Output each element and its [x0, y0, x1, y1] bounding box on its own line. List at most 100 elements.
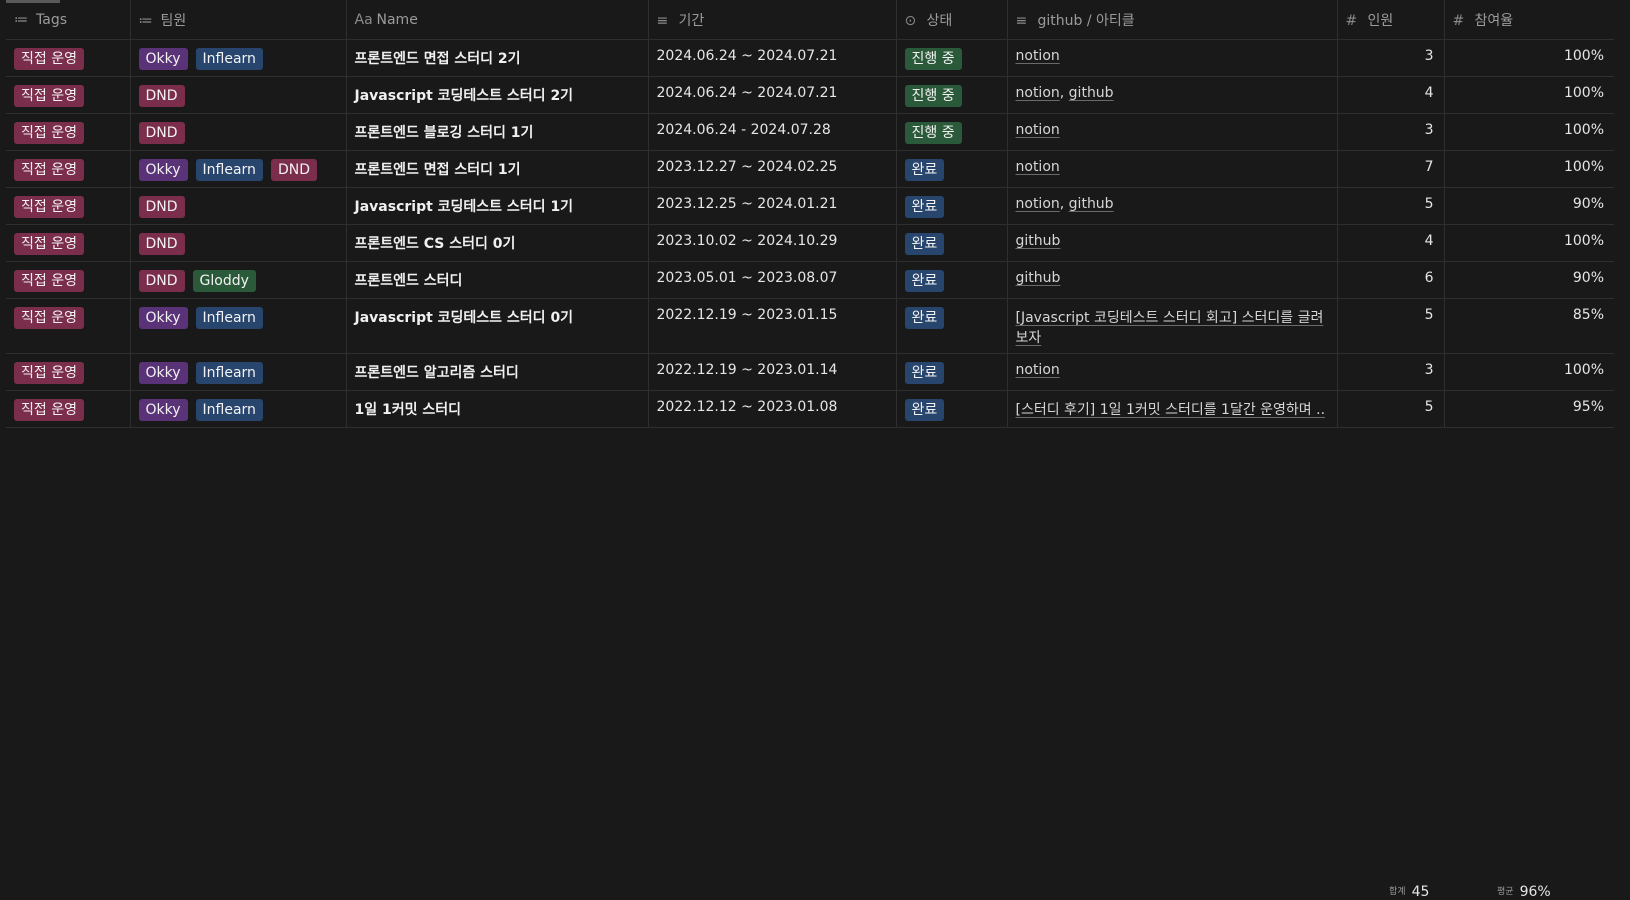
count-cell[interactable]: 5 [1337, 187, 1445, 225]
count-cell[interactable]: 5 [1337, 298, 1445, 354]
count-cell[interactable]: 3 [1337, 113, 1445, 151]
article-link[interactable]: [Javascript 코딩테스트 스터디 회고] 스터디를 글려보자 [1016, 310, 1324, 346]
status-cell[interactable]: 진행 중 [896, 113, 1008, 151]
article-link[interactable]: github [1069, 85, 1114, 101]
tags-cell[interactable]: 직접 운영 [6, 76, 131, 114]
tags-cell[interactable]: 직접 운영 [6, 390, 131, 428]
period-cell[interactable]: 2024.06.24 ~ 2024.07.21 [648, 39, 897, 77]
rate-cell[interactable]: 100% [1444, 76, 1614, 114]
article-link[interactable]: notion [1016, 362, 1060, 378]
team-badge[interactable]: DND [138, 85, 185, 107]
links-cell[interactable]: notion [1007, 150, 1338, 188]
team-badge[interactable]: DND [270, 159, 317, 181]
team-badge[interactable]: Inflearn [195, 362, 263, 384]
tags-cell[interactable]: 직접 운영 [6, 353, 131, 391]
team-cell[interactable]: DND [130, 187, 347, 225]
tags-cell[interactable]: 직접 운영 [6, 298, 131, 354]
table-row[interactable]: 직접 운영 Okky Inflearn 프론트엔드 면접 스터디 2기 2024.06.… [6, 39, 1614, 77]
links-cell[interactable]: notion, github [1007, 76, 1338, 114]
name-cell[interactable]: Javascript 코딩테스트 스터디 0기 [346, 298, 649, 354]
team-badge[interactable]: Okky [138, 159, 188, 181]
period-cell[interactable]: 2023.10.02 ~ 2024.10.29 [648, 224, 897, 262]
rate-cell[interactable]: 95% [1444, 390, 1614, 428]
name-cell[interactable]: 프론트엔드 CS 스터디 0기 [346, 224, 649, 262]
status-badge[interactable]: 완료 [904, 399, 945, 421]
tag-badge[interactable]: 직접 운영 [14, 362, 84, 384]
team-badge[interactable]: DND [138, 270, 185, 292]
period-cell[interactable]: 2023.12.25 ~ 2024.01.21 [648, 187, 897, 225]
period-cell[interactable]: 2024.06.24 ~ 2024.07.21 [648, 76, 897, 114]
article-link[interactable]: github [1016, 270, 1061, 286]
tags-cell[interactable]: 직접 운영 [6, 113, 131, 151]
article-link[interactable]: [스터디 후기] 1일 1커밋 스터디를 1달간 운영하며 .. [1016, 402, 1326, 418]
column-header[interactable]: ≡ github / 아티클 [1007, 0, 1338, 40]
tag-badge[interactable]: 직접 운영 [14, 196, 84, 218]
links-cell[interactable]: notion, github [1007, 187, 1338, 225]
status-badge[interactable]: 진행 중 [904, 85, 962, 107]
count-cell[interactable]: 5 [1337, 390, 1445, 428]
tags-cell[interactable]: 직접 운영 [6, 261, 131, 299]
team-cell[interactable]: Okky Inflearn [130, 298, 347, 354]
team-cell[interactable]: DND [130, 113, 347, 151]
team-badge[interactable]: Okky [138, 48, 188, 70]
period-cell[interactable]: 2022.12.12 ~ 2023.01.08 [648, 390, 897, 428]
links-cell[interactable]: github [1007, 261, 1338, 299]
tag-badge[interactable]: 직접 운영 [14, 399, 84, 421]
team-badge[interactable]: DND [138, 233, 185, 255]
name-cell[interactable]: 프론트엔드 면접 스터디 1기 [346, 150, 649, 188]
count-cell[interactable]: 6 [1337, 261, 1445, 299]
links-cell[interactable]: notion [1007, 39, 1338, 77]
column-header[interactable]: ≔ Tags [6, 0, 131, 40]
team-cell[interactable]: DND Gloddy [130, 261, 347, 299]
links-cell[interactable]: [스터디 후기] 1일 1커밋 스터디를 1달간 운영하며 .. [1007, 390, 1338, 428]
name-cell[interactable]: Javascript 코딩테스트 스터디 1기 [346, 187, 649, 225]
column-header[interactable]: # 인원 [1337, 0, 1445, 40]
tag-badge[interactable]: 직접 운영 [14, 270, 84, 292]
status-cell[interactable]: 완료 [896, 298, 1008, 354]
table-row[interactable]: 직접 운영 Okky Inflearn Javascript 코딩테스트 스터디 0기… [6, 298, 1614, 354]
rate-cell[interactable]: 100% [1444, 39, 1614, 77]
status-cell[interactable]: 완료 [896, 353, 1008, 391]
links-cell[interactable]: notion [1007, 353, 1338, 391]
team-cell[interactable]: Okky Inflearn [130, 353, 347, 391]
table-row[interactable]: 직접 운영 DND Gloddy 프론트엔드 스터디 2023.05.01 ~ 2023… [6, 261, 1614, 299]
status-badge[interactable]: 완료 [904, 159, 945, 181]
status-badge[interactable]: 완료 [904, 233, 945, 255]
name-cell[interactable]: 1일 1커밋 스터디 [346, 390, 649, 428]
name-cell[interactable]: 프론트엔드 알고리즘 스터디 [346, 353, 649, 391]
status-cell[interactable]: 완료 [896, 187, 1008, 225]
table-row[interactable]: 직접 운영 DND 프론트엔드 CS 스터디 0기 2023.10.02 ~ 2024… [6, 224, 1614, 262]
article-link[interactable]: github [1016, 233, 1061, 249]
tags-cell[interactable]: 직접 운영 [6, 224, 131, 262]
team-badge[interactable]: Inflearn [195, 307, 263, 329]
team-cell[interactable]: DND [130, 76, 347, 114]
status-badge[interactable]: 완료 [904, 196, 945, 218]
tag-badge[interactable]: 직접 운영 [14, 233, 84, 255]
name-cell[interactable]: 프론트엔드 스터디 [346, 261, 649, 299]
period-cell[interactable]: 2023.12.27 ~ 2024.02.25 [648, 150, 897, 188]
status-cell[interactable]: 완료 [896, 261, 1008, 299]
status-badge[interactable]: 진행 중 [904, 122, 962, 144]
table-row[interactable]: 직접 운영 Okky Inflearn 프론트엔드 알고리즘 스터디 2022.12.1… [6, 353, 1614, 391]
status-cell[interactable]: 완료 [896, 150, 1008, 188]
links-cell[interactable]: [Javascript 코딩테스트 스터디 회고] 스터디를 글려보자 [1007, 298, 1338, 354]
tags-cell[interactable]: 직접 운영 [6, 150, 131, 188]
count-cell[interactable]: 3 [1337, 39, 1445, 77]
rate-cell[interactable]: 100% [1444, 353, 1614, 391]
tags-cell[interactable]: 직접 운영 [6, 187, 131, 225]
table-row[interactable]: 직접 운영 Okky Inflearn 1일 1커밋 스터디 2022.12.12 ~ … [6, 390, 1614, 428]
status-badge[interactable]: 완료 [904, 362, 945, 384]
article-link[interactable]: notion [1016, 122, 1060, 138]
name-cell[interactable]: 프론트엔드 면접 스터디 2기 [346, 39, 649, 77]
rate-cell[interactable]: 85% [1444, 298, 1614, 354]
tag-badge[interactable]: 직접 운영 [14, 122, 84, 144]
article-link[interactable]: notion [1016, 85, 1060, 101]
name-cell[interactable]: 프론트엔드 블로깅 스터디 1기 [346, 113, 649, 151]
team-badge[interactable]: Inflearn [195, 159, 263, 181]
column-header[interactable]: ≔ 팀원 [130, 0, 347, 40]
rate-cell[interactable]: 100% [1444, 224, 1614, 262]
article-link[interactable]: github [1069, 196, 1114, 212]
rate-average[interactable]: 평균 96% [1497, 884, 1551, 900]
team-cell[interactable]: Okky Inflearn DND [130, 150, 347, 188]
article-link[interactable]: notion [1016, 196, 1060, 212]
